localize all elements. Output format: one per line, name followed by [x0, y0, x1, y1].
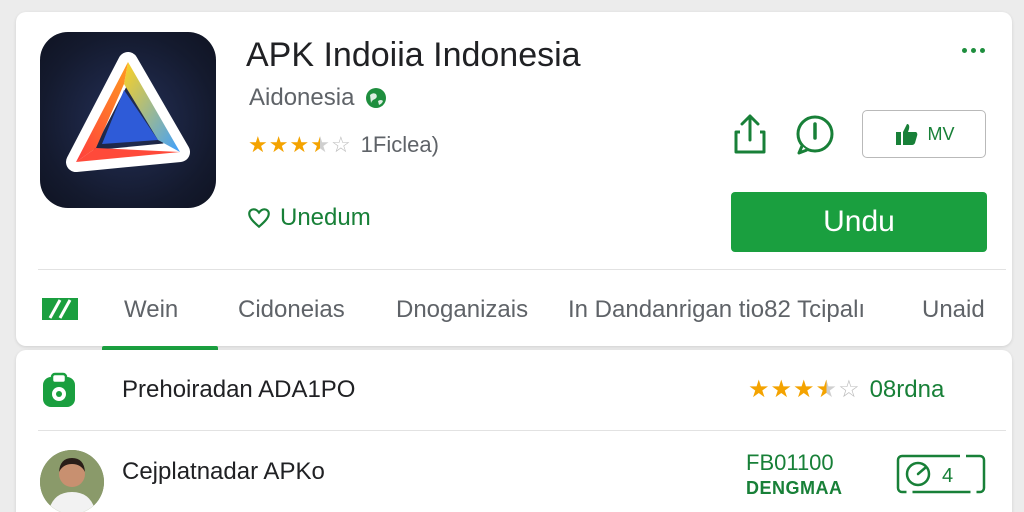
star-rating: ★ ★ ★ ★ ☆ [248, 134, 351, 156]
star-icon: ★ [770, 376, 793, 403]
tab-wein[interactable]: Wein [124, 296, 178, 324]
star-icon: ★ [793, 376, 815, 403]
list-item-meta-line1: FB01100 [746, 450, 834, 475]
thumbs-up-icon [895, 124, 917, 145]
globe-icon [366, 88, 387, 108]
share-icon[interactable] [732, 112, 768, 156]
star-icon: ★ [310, 132, 330, 157]
app-logo-icon [40, 32, 216, 208]
star-icon: ★ [289, 132, 310, 157]
rating-count: 1Ficlea) [360, 132, 439, 157]
developer-link[interactable]: Aidonesia [249, 84, 388, 112]
tab-in-dandanrigan[interactable]: In Dandanrigan tio82 Tcipalı [568, 296, 865, 324]
like-button[interactable]: MV [862, 110, 986, 158]
heart-icon [248, 208, 270, 229]
list-item-title: Cejplatnadar APKo [122, 458, 325, 485]
like-label: MV [927, 123, 955, 144]
list-item-title: Prehoiradan ADA1PO [122, 376, 356, 403]
install-button[interactable]: Undu [731, 192, 987, 252]
list-item-meta-line2: DENGMAA [746, 478, 843, 498]
avatar [40, 450, 104, 512]
app-rating: ★ ★ ★ ★ ☆ 1Ficlea) [248, 132, 439, 158]
info-icon[interactable] [794, 114, 836, 156]
tab-unaid[interactable]: Unaid [922, 296, 985, 324]
store-badge-icon [43, 372, 75, 407]
tab-bar: Wein Cidoneias Dnoganizais In Dandanriga… [16, 282, 1012, 350]
star-icon: ★ [268, 132, 289, 157]
star-rating: ★ ★ ★ ★ ☆ [748, 378, 860, 402]
list-item-meta: FB01100 DENGMAA [746, 450, 843, 499]
star-icon: ★ [248, 132, 268, 157]
app-title: APK Indoiia Indonesia [246, 36, 581, 74]
tab-dnoganizais[interactable]: Dnoganizais [396, 296, 528, 324]
svg-text:4: 4 [942, 465, 953, 487]
star-icon: ☆ [330, 132, 351, 157]
list-item[interactable]: Prehoiradan ADA1PO ★ ★ ★ ★ ☆ 08rdna [16, 364, 1012, 420]
developer-name: Aidonesia [249, 84, 355, 111]
wishlist-button[interactable]: Unedum [246, 204, 371, 232]
more-icon[interactable] [956, 38, 990, 62]
star-icon: ★ [815, 376, 838, 403]
wishlist-label: Unedum [280, 204, 371, 231]
list-divider [38, 430, 1006, 431]
app-header-card: APK Indoiia Indonesia Aidonesia ★ ★ ★ ★ ☆ 1F… [16, 12, 1012, 350]
tab-grid-icon[interactable] [40, 296, 80, 322]
list-item-count: 08rdna [869, 376, 945, 403]
header-divider [38, 269, 1006, 270]
tab-cidoneias[interactable]: Cidoneias [238, 296, 345, 324]
star-icon: ★ [748, 376, 770, 403]
related-list-card: Prehoiradan ADA1PO ★ ★ ★ ★ ☆ 08rdna Cejplatn… [16, 350, 1012, 512]
list-item[interactable]: Cejplatnadar APKo FB01100 DENGMAA 4 [16, 436, 1012, 512]
list-item-rating: ★ ★ ★ ★ ☆ 08rdna [748, 376, 944, 404]
gauge-icon[interactable]: 4 [896, 452, 986, 496]
star-icon: ☆ [838, 376, 860, 403]
